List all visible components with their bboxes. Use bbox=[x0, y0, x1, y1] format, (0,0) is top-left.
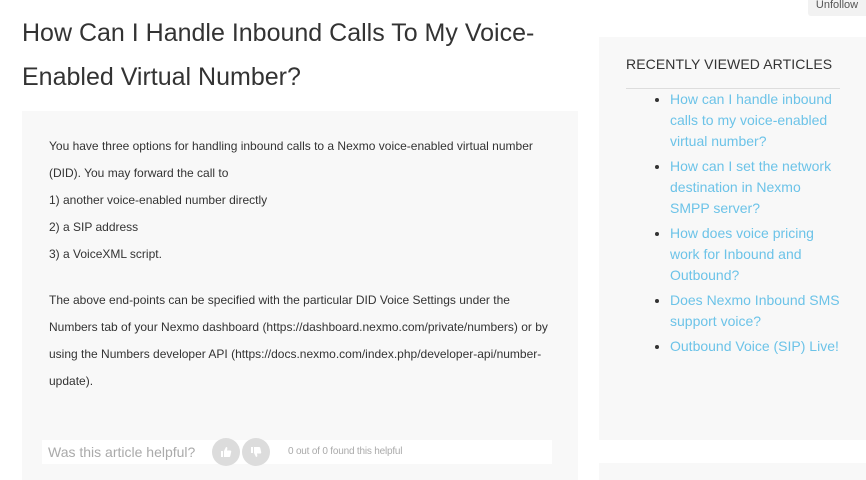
article-vote-bar: Was this article helpful? 0 out of 0 fou… bbox=[42, 438, 552, 466]
page: Unfollow How Can I Handle Inbound Calls … bbox=[0, 0, 866, 480]
thumbs-down-icon bbox=[251, 447, 262, 457]
list-item: How can I set the network destination in… bbox=[670, 156, 840, 219]
article-paragraph: The above end-points can be specified wi… bbox=[49, 293, 548, 388]
article-option: 2) a SIP address bbox=[49, 220, 139, 234]
article-title: How Can I Handle Inbound Calls To My Voi… bbox=[22, 19, 535, 91]
article-content: You have three options for handling inbo… bbox=[49, 133, 549, 395]
article-paragraph: You have three options for handling inbo… bbox=[49, 139, 533, 180]
article-option: 3) a VoiceXML script. bbox=[49, 247, 162, 261]
list-item: How does voice pricing work for Inbound … bbox=[670, 223, 840, 286]
sidebar-title: RECENTLY VIEWED ARTICLES bbox=[626, 56, 833, 72]
article-body: You have three options for handling inbo… bbox=[22, 111, 578, 480]
list-item: How can I handle inbound calls to my voi… bbox=[670, 89, 840, 152]
vote-count: 0 out of 0 found this helpful bbox=[288, 446, 403, 457]
recent-article-link[interactable]: How does voice pricing work for Inbound … bbox=[670, 225, 814, 283]
recent-articles-list: How can I handle inbound calls to my voi… bbox=[626, 89, 840, 361]
thumbs-up-icon bbox=[221, 447, 232, 457]
recently-viewed-sidebar: RECENTLY VIEWED ARTICLES How can I handl… bbox=[599, 37, 866, 440]
vote-up-button[interactable] bbox=[212, 438, 240, 466]
secondary-sidebar-panel bbox=[599, 463, 866, 480]
recent-article-link[interactable]: Does Nexmo Inbound SMS support voice? bbox=[670, 292, 840, 329]
vote-question: Was this article helpful? bbox=[48, 444, 196, 460]
vote-down-button[interactable] bbox=[242, 438, 270, 466]
recent-article-link[interactable]: Outbound Voice (SIP) Live! bbox=[670, 338, 839, 354]
recent-article-link[interactable]: How can I handle inbound calls to my voi… bbox=[670, 91, 832, 149]
list-item: Outbound Voice (SIP) Live! bbox=[670, 336, 840, 357]
recent-article-link[interactable]: How can I set the network destination in… bbox=[670, 158, 831, 216]
list-item: Does Nexmo Inbound SMS support voice? bbox=[670, 290, 840, 332]
article-option: 1) another voice-enabled number directly bbox=[49, 193, 268, 207]
unfollow-button[interactable]: Unfollow bbox=[808, 0, 866, 16]
